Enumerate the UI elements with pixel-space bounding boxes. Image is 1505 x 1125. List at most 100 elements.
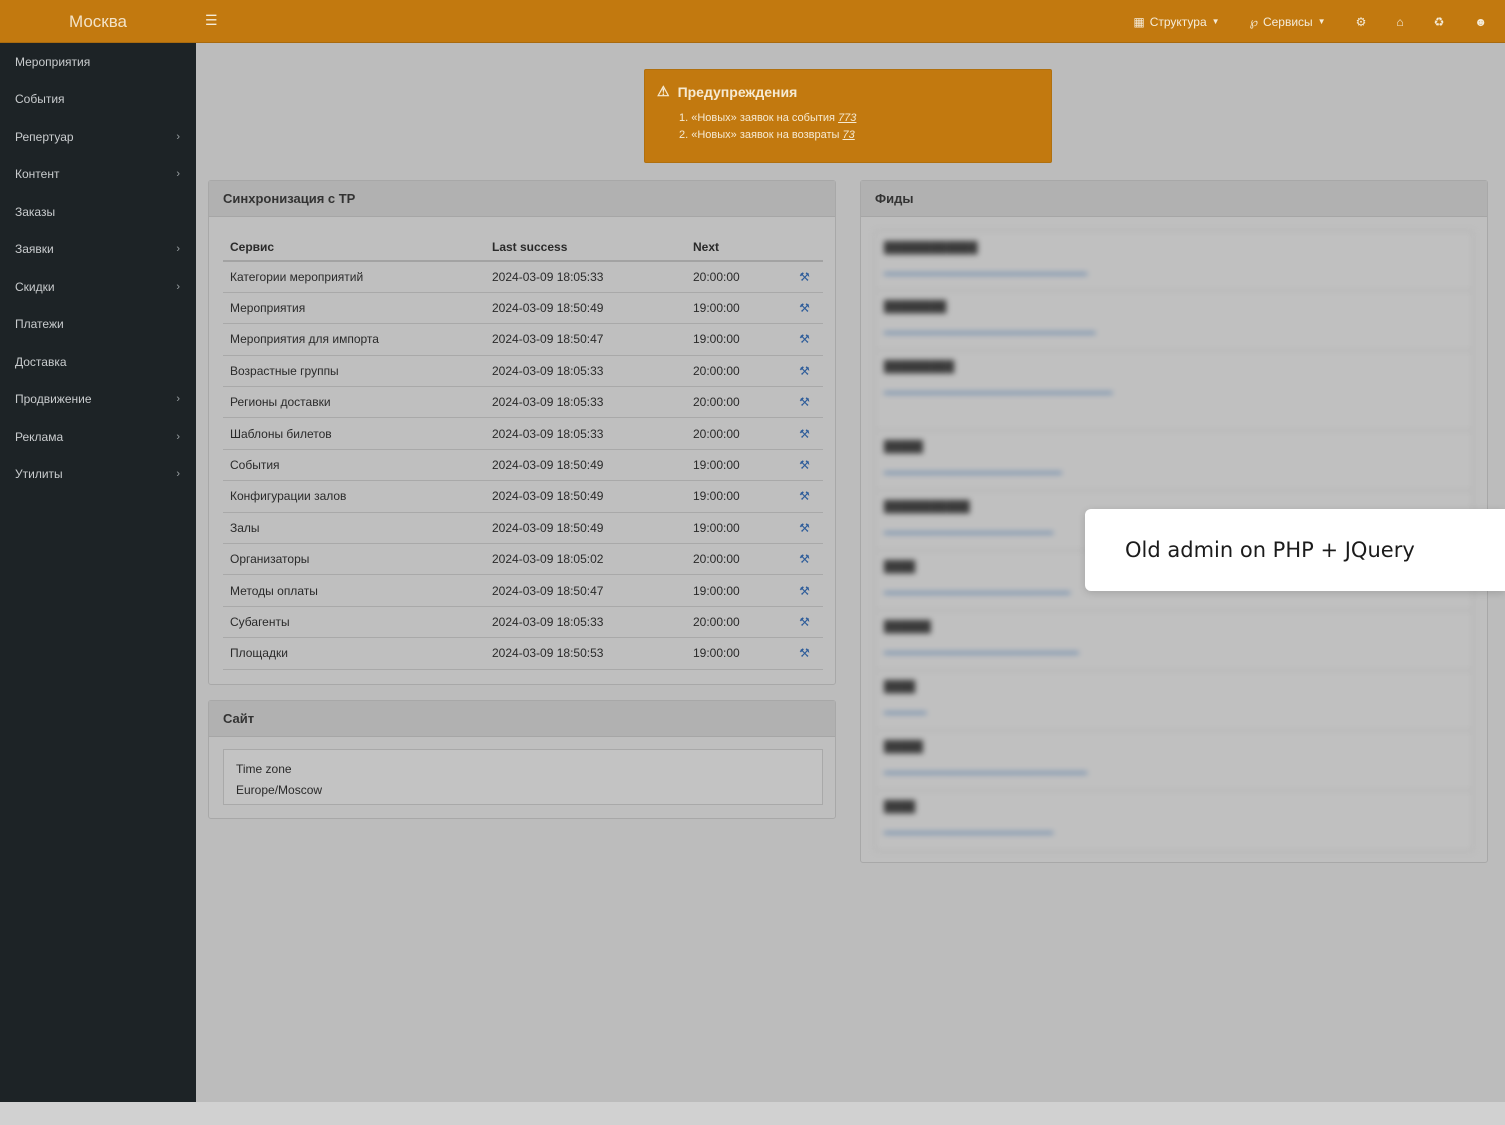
new-refund-requests-link[interactable]: 73	[843, 129, 855, 141]
next-cell: 20:00:00	[686, 355, 786, 388]
chevron-right-icon: ›	[176, 130, 180, 143]
next-cell: 19:00:00	[686, 449, 786, 482]
service-cell: Регионы доставки	[223, 386, 485, 419]
table-row: Организаторы 2024-03-09 18:05:02 20:00:00 ⚒	[223, 543, 823, 576]
sidebar-item-label: Утилиты	[15, 467, 63, 482]
sidebar-item-label: Заявки	[15, 242, 54, 257]
sidebar-item-label: Скидки	[15, 279, 55, 294]
menu-toggle-icon[interactable]: ☰	[205, 12, 218, 29]
next-cell: 20:00:00	[686, 261, 786, 293]
new-event-requests-link[interactable]: 773	[838, 112, 856, 124]
sync-wrench-icon[interactable]: ⚒	[786, 292, 823, 325]
next-cell: 19:00:00	[686, 323, 786, 356]
alert-item-text: 2. «Новых» заявок на возвраты	[679, 129, 843, 141]
alert-item-text: 1. «Новых» заявок на события	[679, 112, 839, 124]
timezone-value: Europe/Moscow	[236, 783, 323, 797]
sidebar-item[interactable]: Заявки ›	[0, 231, 196, 269]
last-success-cell: 2024-03-09 18:50:53	[485, 637, 686, 670]
sidebar-item[interactable]: Реклама ›	[0, 418, 196, 456]
sidebar-item-label: Мероприятия	[15, 54, 91, 69]
list-item: ██████ ▁▁▁▁▁▁▁▁▁▁▁▁▁▁▁▁▁▁▁▁▁▁▁	[875, 611, 1473, 671]
site-panel-title: Сайт	[209, 701, 835, 737]
col-actions	[786, 233, 823, 262]
sync-wrench-icon[interactable]: ⚒	[786, 323, 823, 356]
cogs-icon: ⚙	[1355, 14, 1367, 29]
sync-wrench-icon[interactable]: ⚒	[786, 386, 823, 419]
last-success-cell: 2024-03-09 18:50:49	[485, 512, 686, 545]
table-header-row: Сервис Last success Next	[223, 233, 823, 262]
last-success-cell: 2024-03-09 18:05:33	[485, 417, 686, 450]
last-success-cell: 2024-03-09 18:05:33	[485, 355, 686, 388]
user-button[interactable]: ☻	[1466, 15, 1495, 29]
chevron-right-icon: ›	[176, 468, 180, 481]
sidebar-item-label: События	[15, 92, 65, 107]
sidebar-item[interactable]: События	[0, 81, 196, 119]
feeds-panel-title: Фиды	[861, 181, 1487, 217]
next-cell: 19:00:00	[686, 637, 786, 670]
service-cell: Организаторы	[223, 543, 485, 576]
table-row: Мероприятия для импорта 2024-03-09 18:50:…	[223, 323, 823, 356]
next-cell: 20:00:00	[686, 386, 786, 419]
service-cell: Шаблоны билетов	[223, 417, 485, 450]
sidebar-item[interactable]: Репертуар ›	[0, 118, 196, 156]
home-button[interactable]: ⌂	[1388, 15, 1411, 29]
alert-title: ⚠ Предупреждения	[657, 83, 797, 100]
service-cell: Конфигурации залов	[223, 480, 485, 513]
sync-wrench-icon[interactable]: ⚒	[786, 637, 823, 670]
sidebar-item[interactable]: Утилиты ›	[0, 456, 196, 494]
service-cell: Мероприятия для импорта	[223, 323, 485, 356]
col-service: Сервис	[223, 233, 485, 262]
sync-wrench-icon[interactable]: ⚒	[786, 512, 823, 545]
sync-wrench-icon[interactable]: ⚒	[786, 480, 823, 513]
sidebar-item[interactable]: Скидки ›	[0, 268, 196, 306]
sync-wrench-icon[interactable]: ⚒	[786, 355, 823, 388]
sidebar-item[interactable]: Продвижение ›	[0, 381, 196, 419]
top-navbar: Москва ☰ ▦ Структура ▼ ℘ Сервисы ▼ ⚙ ⌂ ♻…	[0, 0, 1505, 43]
sidebar-item-label: Платежи	[15, 317, 64, 332]
sync-wrench-icon[interactable]: ⚒	[786, 449, 823, 482]
list-item: ████ ▁▁▁▁▁▁▁▁▁▁▁▁▁▁▁▁▁▁▁▁	[875, 791, 1473, 851]
chevron-right-icon: ›	[176, 243, 180, 256]
sidebar-item[interactable]: Мероприятия	[0, 43, 196, 81]
sidebar-item-label: Заказы	[15, 204, 56, 219]
next-cell: 20:00:00	[686, 606, 786, 639]
list-item: █████ ▁▁▁▁▁▁▁▁▁▁▁▁▁▁▁▁▁▁▁▁▁	[875, 431, 1473, 491]
last-success-cell: 2024-03-09 18:05:33	[485, 261, 686, 293]
sidebar-item-label: Контент	[15, 167, 60, 182]
fork-icon: ℘	[1249, 14, 1258, 29]
caption-callout: Old admin on PHP + JQuery	[1085, 509, 1505, 591]
list-item: █████ ▁▁▁▁▁▁▁▁▁▁▁▁▁▁▁▁▁▁▁▁▁▁▁▁	[875, 731, 1473, 791]
bottom-strip	[0, 1102, 1505, 1125]
sidebar-item[interactable]: Заказы	[0, 193, 196, 231]
sync-wrench-icon[interactable]: ⚒	[786, 417, 823, 450]
last-success-cell: 2024-03-09 18:50:49	[485, 480, 686, 513]
col-next: Next	[686, 233, 786, 262]
sync-wrench-icon[interactable]: ⚒	[786, 261, 823, 293]
settings-button[interactable]: ⚙	[1348, 15, 1375, 29]
service-cell: Возрастные группы	[223, 355, 485, 388]
site-info: Time zone Europe/Moscow	[223, 749, 823, 805]
sidebar-item[interactable]: Платежи	[0, 306, 196, 344]
col-last-success: Last success	[485, 233, 686, 262]
chevron-right-icon: ›	[176, 168, 180, 181]
sidebar-item-label: Продвижение	[15, 392, 92, 407]
next-cell: 19:00:00	[686, 480, 786, 513]
recycle-button[interactable]: ♻	[1426, 15, 1453, 29]
brand-city[interactable]: Москва	[0, 0, 196, 43]
sidebar: Мероприятия События Репертуар › Контент › Зака…	[0, 43, 196, 1102]
sidebar-item[interactable]: Доставка	[0, 343, 196, 381]
sync-wrench-icon[interactable]: ⚒	[786, 574, 823, 607]
sync-wrench-icon[interactable]: ⚒	[786, 543, 823, 576]
services-label: Сервисы	[1262, 14, 1313, 29]
table-row: Методы оплаты 2024-03-09 18:50:47 19:00:00…	[223, 574, 823, 607]
last-success-cell: 2024-03-09 18:50:47	[485, 574, 686, 607]
structure-dropdown[interactable]: ▦ Структура ▼	[1125, 15, 1227, 29]
sync-wrench-icon[interactable]: ⚒	[786, 606, 823, 639]
table-row: Конфигурации залов 2024-03-09 18:50:49 19:…	[223, 480, 823, 513]
table-row: Шаблоны билетов 2024-03-09 18:05:33 20:00:…	[223, 417, 823, 450]
services-dropdown[interactable]: ℘ Сервисы ▼	[1242, 15, 1334, 29]
list-item: ████████ ▁▁▁▁▁▁▁▁▁▁▁▁▁▁▁▁▁▁▁▁▁▁▁▁▁	[875, 291, 1473, 351]
structure-label: Структура	[1149, 14, 1207, 29]
sidebar-item[interactable]: Контент ›	[0, 156, 196, 194]
next-cell: 20:00:00	[686, 543, 786, 576]
